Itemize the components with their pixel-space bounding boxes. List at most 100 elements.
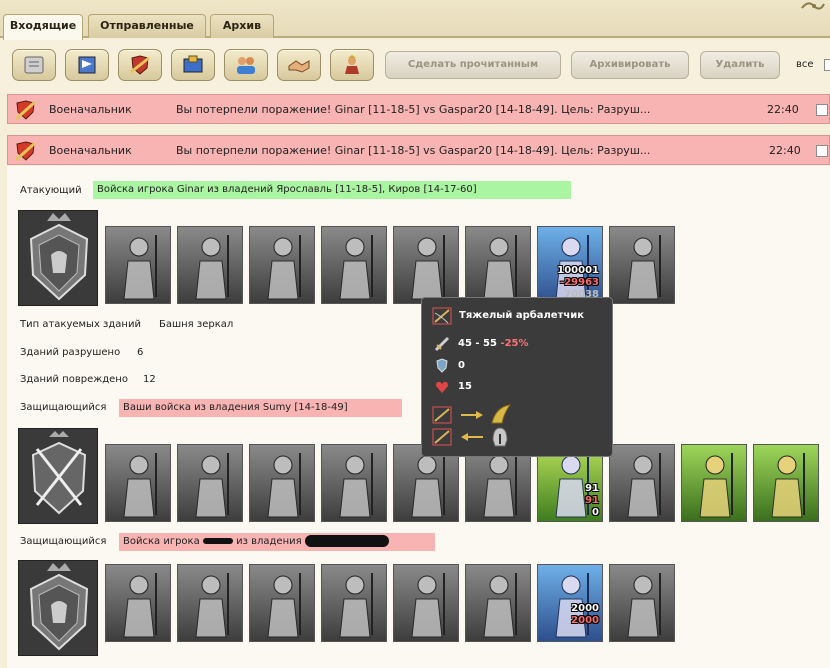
- message-checkbox[interactable]: [816, 145, 828, 157]
- unit-slot[interactable]: [609, 444, 675, 522]
- ornament-icon: [801, 2, 825, 10]
- redacted-mark: [304, 535, 389, 547]
- select-all-checkbox[interactable]: [824, 59, 830, 71]
- filter-hero-button[interactable]: [330, 49, 374, 81]
- filter-all-button[interactable]: [12, 49, 56, 81]
- defender-info-middle: из владения: [236, 536, 302, 547]
- unit-slot[interactable]: [609, 564, 675, 642]
- unit-slot[interactable]: 2000 2000: [537, 564, 603, 642]
- light-tower-icon: [771, 453, 805, 518]
- building-type-value: Башня зеркал: [159, 319, 234, 330]
- message-row-open[interactable]: Военачальник Вы потерпели поражение! Gin…: [7, 135, 830, 165]
- horseman-icon: [267, 235, 301, 300]
- heart-icon: [436, 381, 448, 393]
- dark-knight-icon: [195, 453, 229, 518]
- filter-trade-button[interactable]: [171, 49, 215, 81]
- unit-slot[interactable]: [177, 444, 243, 522]
- crossbow-icon: [432, 428, 452, 446]
- filter-diplomacy-button[interactable]: [277, 49, 321, 81]
- unit-slot[interactable]: [393, 564, 459, 642]
- unit-slot[interactable]: [249, 444, 315, 522]
- unit-remaining: 0: [592, 507, 599, 518]
- filter-battle-button[interactable]: [118, 49, 162, 81]
- unit-slot[interactable]: [249, 226, 315, 304]
- unit-loss: 91: [585, 495, 599, 506]
- filter-family-button[interactable]: [224, 49, 268, 81]
- unit-slot[interactable]: [177, 564, 243, 642]
- tree-tower-icon: [699, 453, 733, 518]
- ent-icon: [627, 453, 661, 518]
- message-sender: Военачальник: [49, 144, 132, 157]
- defender-label: Защищающийся: [20, 536, 107, 547]
- crossed-bows-shield-icon: [31, 431, 87, 515]
- unit-slot[interactable]: [105, 564, 171, 642]
- tooltip-defense: 0: [458, 360, 465, 371]
- family-icon: [237, 57, 255, 74]
- lion-shield-icon: [29, 563, 89, 651]
- tooltip-title: Тяжелый арбалетчик: [459, 310, 585, 321]
- destroyed-label: Зданий разрушено: [20, 347, 121, 358]
- unit-slot[interactable]: [249, 564, 315, 642]
- unit-slot[interactable]: [321, 444, 387, 522]
- toolbar: Сделать прочитанным Архивировать Удалить…: [0, 40, 830, 92]
- unit-slot[interactable]: 100001 -29963 70038: [537, 226, 603, 304]
- defender-crest: [18, 560, 98, 656]
- spearman-icon: [195, 235, 229, 300]
- unit-slot[interactable]: [321, 564, 387, 642]
- battle-report-icon: [14, 100, 37, 121]
- dwarf-icon: [123, 453, 157, 518]
- message-subject[interactable]: Вы потерпели поражение! Ginar [11-18-5] …: [176, 144, 650, 157]
- message-sender: Военачальник: [49, 103, 132, 116]
- unit-count: 100001: [557, 265, 599, 276]
- tab-bar: Входящие Отправленные Архив: [0, 0, 830, 40]
- unit-slot[interactable]: [681, 444, 747, 522]
- message-subject[interactable]: Вы потерпели поражение! Ginar [11-18-5] …: [176, 103, 650, 116]
- tooltip-attack: 45 - 55 -25%: [458, 338, 529, 349]
- defender-info-prefix: Войска игрока: [123, 536, 200, 547]
- filter-army-button[interactable]: [65, 49, 109, 81]
- unit-tooltip: Тяжелый арбалетчик 45 - 55 -25% 0 15: [421, 297, 613, 457]
- shield-icon: [436, 358, 448, 373]
- tab-archive[interactable]: Архив: [210, 14, 274, 38]
- building-type-label: Тип атакуемых зданий: [20, 319, 141, 330]
- mark-read-button[interactable]: Сделать прочитанным: [385, 51, 561, 79]
- message-checkbox[interactable]: [816, 104, 828, 116]
- battle-report-icon: [14, 141, 37, 162]
- unit-slot[interactable]: [105, 226, 171, 304]
- knight-icon: [123, 235, 157, 300]
- defender-info: Ваши войска из владения Sumy [14-18-49]: [119, 399, 402, 417]
- unit-slot[interactable]: [105, 444, 171, 522]
- arrow-left-icon: [461, 433, 483, 441]
- horseman-icon: [267, 573, 301, 638]
- select-all-label: все: [796, 59, 814, 70]
- defender-crest: [18, 428, 98, 524]
- unit-loss: 2000: [571, 615, 599, 626]
- handshake-icon: [288, 60, 310, 73]
- redacted-mark: [202, 538, 233, 544]
- tab-sent[interactable]: Отправленные: [88, 14, 206, 38]
- unit-slot[interactable]: [177, 226, 243, 304]
- damaged-label: Зданий повреждено: [20, 374, 128, 385]
- unit-slot[interactable]: [465, 564, 531, 642]
- wings-icon: [491, 404, 512, 424]
- mage-icon: [627, 235, 661, 300]
- crossbow-icon: [432, 307, 452, 325]
- message-row[interactable]: Военачальник Вы потерпели поражение! Gin…: [7, 94, 830, 124]
- archer-icon: [267, 453, 301, 518]
- unit-slot[interactable]: [753, 444, 819, 522]
- unit-slot[interactable]: [393, 226, 459, 304]
- unit-slot[interactable]: [321, 226, 387, 304]
- crossbowman-icon: [411, 573, 445, 638]
- unit-count: 91: [585, 483, 599, 494]
- tooltip-attack-value: 45 - 55: [458, 338, 497, 349]
- knight-icon: [123, 573, 157, 638]
- tooltip-health: 15: [458, 381, 472, 392]
- delete-button[interactable]: Удалить: [700, 51, 780, 79]
- unit-slot[interactable]: [465, 226, 531, 304]
- unit-slot[interactable]: [609, 226, 675, 304]
- flag-icon: [78, 56, 96, 74]
- archive-button[interactable]: Архивировать: [571, 51, 689, 79]
- unit-count: 2000: [571, 603, 599, 614]
- lion-shield-icon: [29, 213, 89, 301]
- tab-inbox[interactable]: Входящие: [3, 14, 83, 40]
